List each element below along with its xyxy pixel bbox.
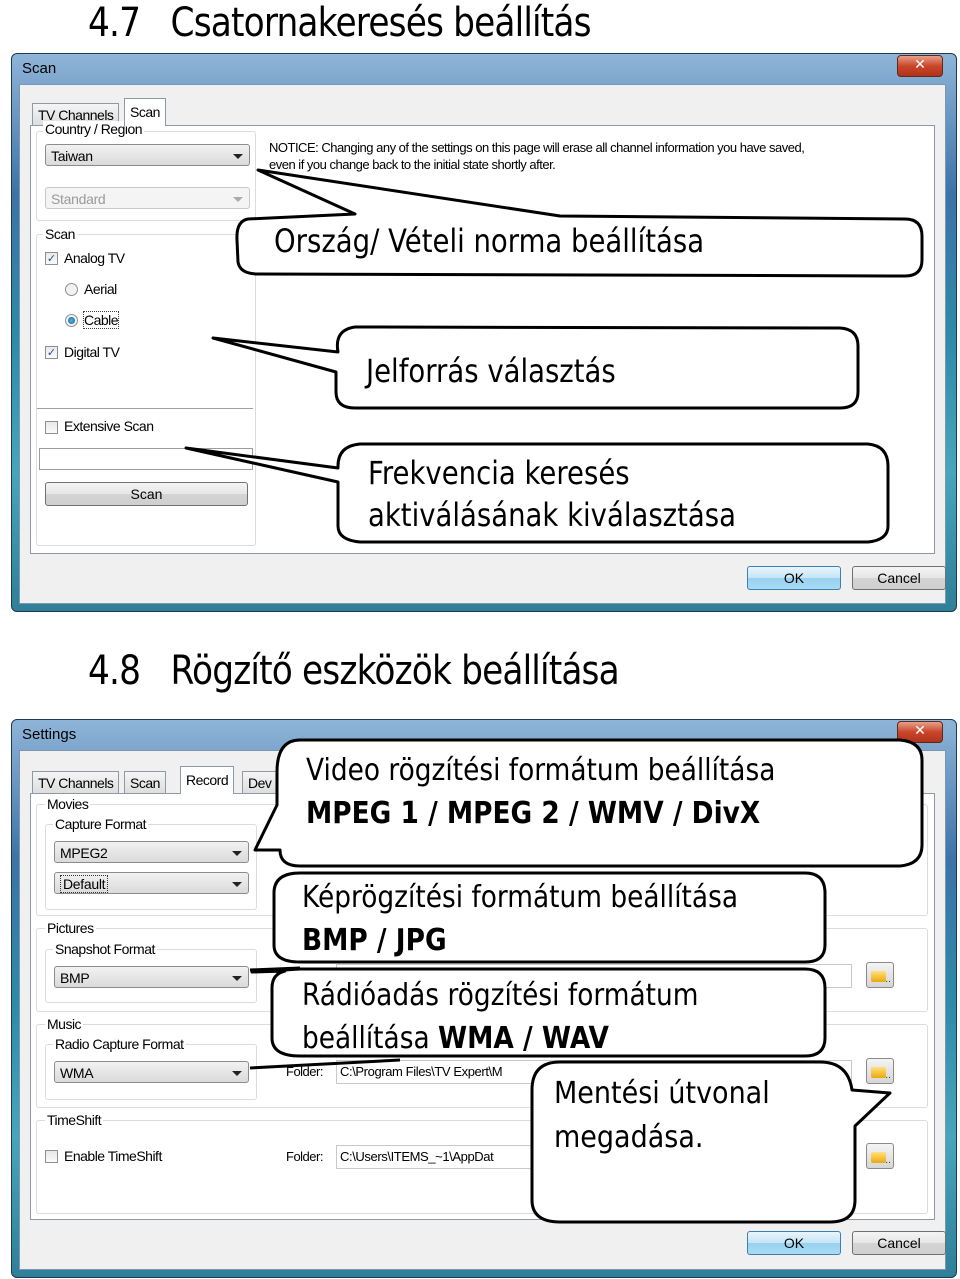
analog-tv-label: Analog TV bbox=[64, 250, 125, 266]
music-browse-button[interactable]: .. bbox=[866, 1058, 894, 1084]
timeshift-browse-button[interactable]: .. bbox=[866, 1143, 894, 1169]
callout-picture-formats: BMP / JPG bbox=[302, 923, 447, 958]
callout-video-line1: Video rögzítési formátum beállítása bbox=[306, 753, 776, 788]
movies-folder-label: Folder: bbox=[286, 842, 323, 857]
chevron-down-icon bbox=[232, 851, 242, 856]
tab-tv-channels[interactable]: TV Channels bbox=[32, 771, 120, 794]
movies-folder-field[interactable] bbox=[336, 838, 852, 862]
divider bbox=[37, 408, 253, 409]
standard-select[interactable]: Standard bbox=[45, 187, 250, 209]
pictures-browse-button[interactable]: .. bbox=[866, 962, 894, 988]
section-number: 4.8 bbox=[88, 648, 141, 694]
window-title: Scan bbox=[22, 60, 57, 77]
capture-format-label: Capture Format bbox=[53, 816, 149, 832]
callout-signal-text: Jelforrás választás bbox=[366, 352, 616, 390]
section-4-8-heading: 4.8 Rögzítő eszközök beállítása bbox=[88, 648, 620, 694]
movies-label: Movies bbox=[45, 796, 91, 812]
callout-picture-line1: Képrögzítési formátum beállítása bbox=[302, 880, 739, 915]
digital-tv-label: Digital TV bbox=[64, 344, 120, 360]
scan-group-label: Scan bbox=[43, 226, 77, 242]
enable-timeshift-label: Enable TimeShift bbox=[64, 1148, 162, 1164]
chevron-down-icon bbox=[233, 154, 243, 159]
close-button[interactable]: ✕ bbox=[897, 55, 943, 77]
folder-icon bbox=[871, 845, 886, 856]
callout-frequency-line2: aktiválásának kiválasztása bbox=[368, 496, 736, 534]
ok-button[interactable]: OK bbox=[747, 566, 841, 590]
snapshot-format-select[interactable]: BMP bbox=[54, 966, 249, 988]
pictures-label: Pictures bbox=[45, 920, 96, 936]
extensive-scan-label: Extensive Scan bbox=[64, 418, 154, 434]
capture-format-value: MPEG2 bbox=[60, 845, 108, 861]
extensive-scan-checkbox[interactable] bbox=[45, 421, 58, 434]
radio-capture-format-value: WMA bbox=[60, 1065, 94, 1081]
country-select[interactable]: Taiwan bbox=[45, 144, 250, 166]
callout-radio-line2: beállítása WMA / WAV bbox=[302, 1017, 698, 1060]
analog-tv-checkbox[interactable]: ✓ bbox=[45, 252, 58, 265]
close-x-icon: ✕ bbox=[914, 57, 926, 73]
tab-record[interactable]: Record bbox=[180, 766, 235, 794]
standard-value: Standard bbox=[51, 191, 106, 207]
music-label: Music bbox=[45, 1016, 84, 1032]
section-4-7-heading: 4.7 Csatornakeresés beállítás bbox=[88, 0, 592, 46]
close-button[interactable]: ✕ bbox=[897, 721, 943, 743]
radio-capture-format-select[interactable]: WMA bbox=[54, 1061, 249, 1083]
ok-button[interactable]: OK bbox=[747, 1231, 841, 1255]
capture-format-group bbox=[45, 824, 257, 910]
tab-scan[interactable]: Scan bbox=[124, 771, 166, 794]
callout-save-path-line2: megadása. bbox=[554, 1120, 704, 1155]
callout-radio-formats: WMA / WAV bbox=[438, 1021, 609, 1056]
aerial-label: Aerial bbox=[84, 281, 117, 297]
folder-icon bbox=[871, 971, 886, 982]
folder-icon bbox=[871, 1152, 886, 1163]
callout-country-text: Ország/ Vételi norma beállítása bbox=[274, 222, 705, 260]
callout-video-formats: MPEG 1 / MPEG 2 / WMV / DivX bbox=[306, 796, 761, 831]
callout-picture-text: Képrögzítési formátum beállítása BMP / J… bbox=[302, 876, 738, 962]
check-icon: ✓ bbox=[46, 252, 57, 265]
digital-tv-checkbox[interactable]: ✓ bbox=[45, 346, 58, 359]
callout-save-path-line1: Mentési útvonal bbox=[554, 1076, 770, 1111]
tab-scan[interactable]: Scan bbox=[124, 98, 166, 126]
check-icon: ✓ bbox=[46, 346, 57, 359]
callout-video-text: Video rögzítési formátum beállítása MPEG… bbox=[306, 749, 775, 835]
scan-button[interactable]: Scan bbox=[45, 482, 248, 506]
callout-save-path-text: Mentési útvonal megadása. bbox=[554, 1072, 770, 1160]
timeshift-folder-label: Folder: bbox=[286, 1149, 323, 1164]
cable-label: Cable bbox=[82, 311, 120, 329]
movies-browse-button[interactable]: .. bbox=[866, 836, 894, 862]
callout-radio-prefix: beállítása bbox=[302, 1021, 439, 1056]
folder-icon bbox=[871, 1067, 886, 1078]
snapshot-format-value: BMP bbox=[60, 970, 90, 986]
callout-radio-text: Rádióadás rögzítési formátum beállítása … bbox=[302, 974, 698, 1060]
quality-select[interactable]: Default bbox=[54, 872, 249, 894]
quality-value: Default bbox=[60, 875, 109, 893]
window-title: Settings bbox=[22, 726, 77, 743]
snapshot-format-label: Snapshot Format bbox=[53, 941, 157, 957]
radio-capture-format-label: Radio Capture Format bbox=[53, 1036, 186, 1052]
chevron-down-icon bbox=[232, 1071, 242, 1076]
scan-progress-field bbox=[39, 448, 253, 470]
enable-timeshift-checkbox[interactable] bbox=[45, 1150, 58, 1163]
notice-line-1: NOTICE: Changing any of the settings on … bbox=[269, 140, 805, 155]
country-value: Taiwan bbox=[51, 148, 93, 164]
chevron-down-icon bbox=[232, 882, 242, 887]
cable-radio[interactable] bbox=[65, 314, 78, 327]
cancel-button[interactable]: Cancel bbox=[852, 566, 946, 590]
callout-frequency-text: Frekvencia keresés aktiválásának kiválas… bbox=[368, 452, 736, 536]
notice-line-2: even if you change back to the initial s… bbox=[269, 157, 556, 172]
cancel-button[interactable]: Cancel bbox=[852, 1231, 946, 1255]
section-title: Rögzítő eszközök beállítása bbox=[170, 648, 620, 694]
callout-radio-line1: Rádióadás rögzítési formátum bbox=[302, 978, 699, 1013]
section-number: 4.7 bbox=[88, 0, 141, 46]
capture-format-select[interactable]: MPEG2 bbox=[54, 841, 249, 863]
callout-frequency-line1: Frekvencia keresés bbox=[368, 454, 630, 492]
music-folder-label: Folder: bbox=[286, 1064, 323, 1079]
close-x-icon: ✕ bbox=[914, 723, 926, 739]
section-title: Csatornakeresés beállítás bbox=[170, 0, 592, 46]
chevron-down-icon bbox=[233, 197, 243, 202]
chevron-down-icon bbox=[232, 976, 242, 981]
tab-devices[interactable]: Dev bbox=[242, 771, 278, 794]
timeshift-label: TimeShift bbox=[45, 1112, 104, 1128]
aerial-radio[interactable] bbox=[65, 283, 78, 296]
